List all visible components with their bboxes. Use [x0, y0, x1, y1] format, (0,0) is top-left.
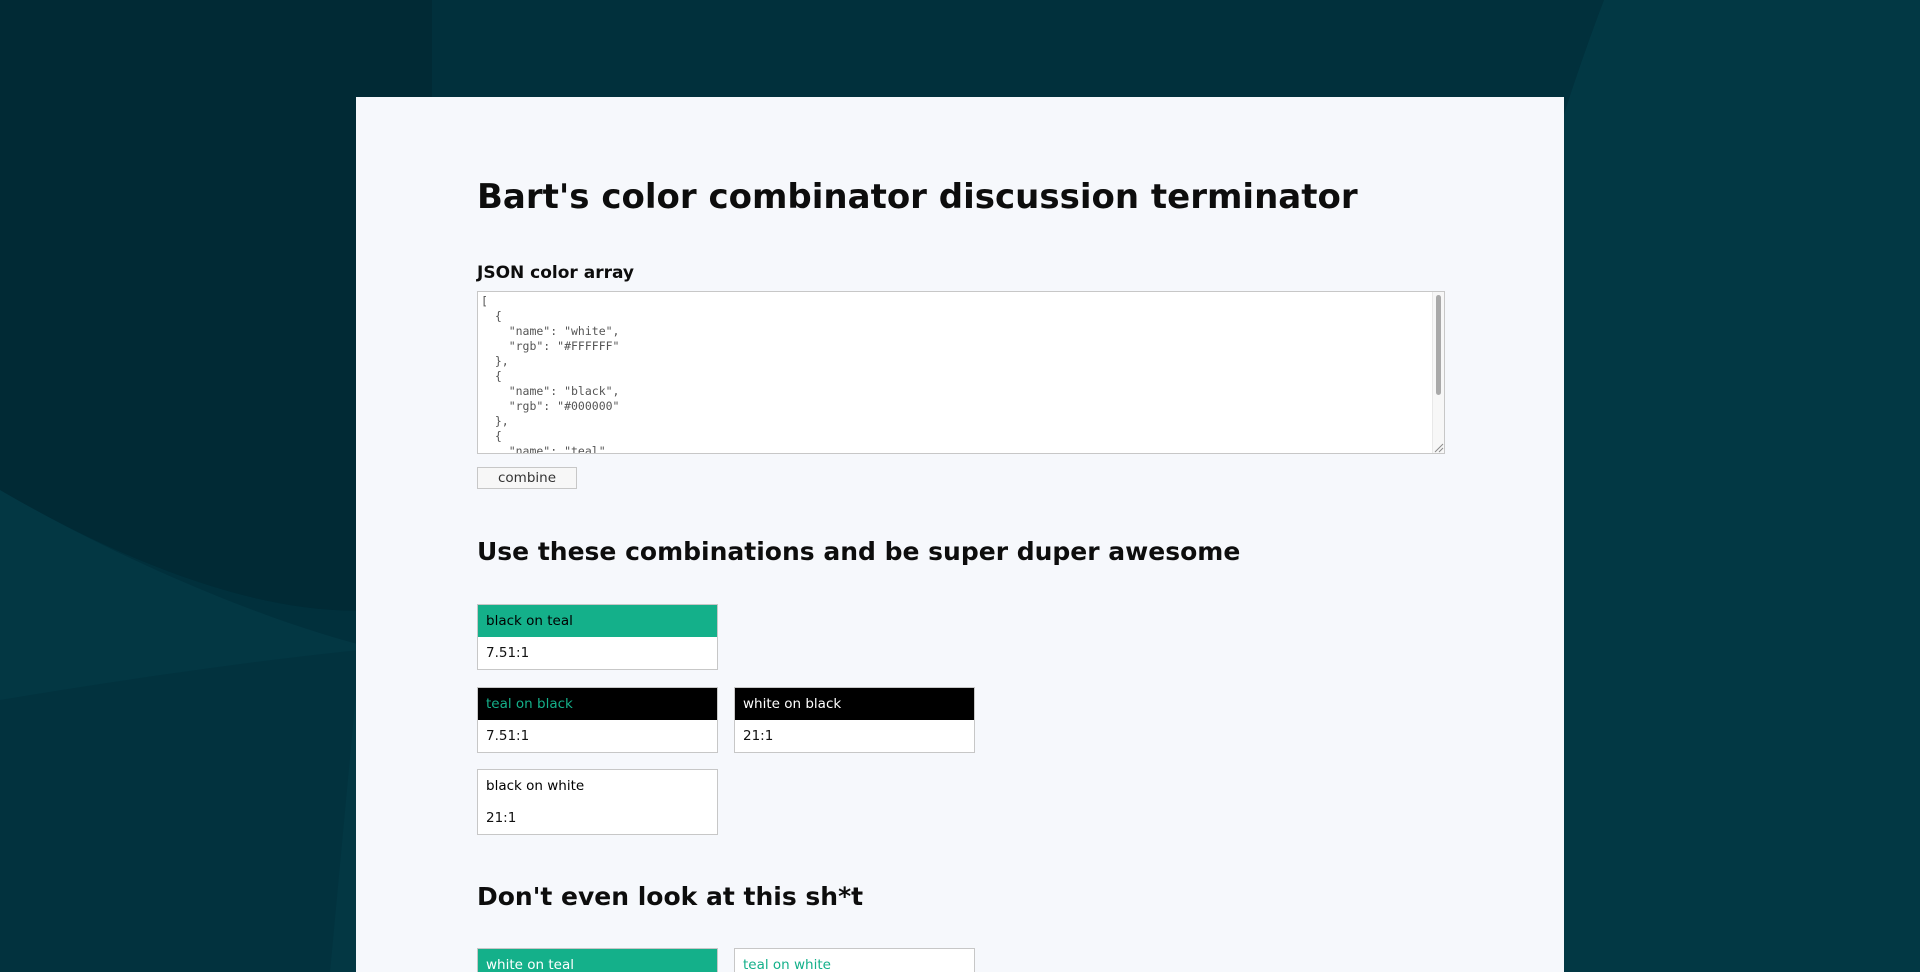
bad-combination-card-0: white on teal: [477, 948, 718, 972]
combination-sample: teal on black: [478, 688, 717, 720]
page-title: Bart's color combinator discussion termi…: [477, 177, 1358, 217]
json-color-array-label: JSON color array: [477, 263, 635, 283]
contrast-ratio: 21:1: [478, 802, 717, 834]
json-color-array-text[interactable]: [ { "name": "white", "rgb": "#FFFFFF" },…: [478, 292, 1444, 453]
bad-combination-card-1: teal on white: [734, 948, 975, 972]
resize-handle-icon[interactable]: [1432, 441, 1444, 453]
combination-sample: white on black: [735, 688, 974, 720]
good-combination-card-1: teal on black 7.51:1: [477, 687, 718, 753]
combination-sample: black on teal: [478, 605, 717, 637]
good-combinations-heading: Use these combinations and be super dupe…: [477, 537, 1241, 566]
good-combination-card-0: black on teal 7.51:1: [477, 604, 718, 670]
textarea-scrollbar[interactable]: [1432, 292, 1444, 453]
good-combination-card-2: white on black 21:1: [734, 687, 975, 753]
json-color-array-textarea[interactable]: [ { "name": "white", "rgb": "#FFFFFF" },…: [477, 291, 1445, 454]
combination-sample: teal on white: [735, 949, 974, 972]
bad-combinations-heading: Don't even look at this sh*t: [477, 882, 864, 911]
textarea-scrollbar-thumb[interactable]: [1436, 295, 1441, 395]
combine-button[interactable]: combine: [477, 467, 577, 489]
combination-sample: black on white: [478, 770, 717, 802]
combination-sample: white on teal: [478, 949, 717, 972]
contrast-ratio: 7.51:1: [478, 637, 717, 669]
contrast-ratio: 21:1: [735, 720, 974, 752]
main-card: Bart's color combinator discussion termi…: [356, 97, 1564, 972]
good-combination-card-3: black on white 21:1: [477, 769, 718, 835]
contrast-ratio: 7.51:1: [478, 720, 717, 752]
